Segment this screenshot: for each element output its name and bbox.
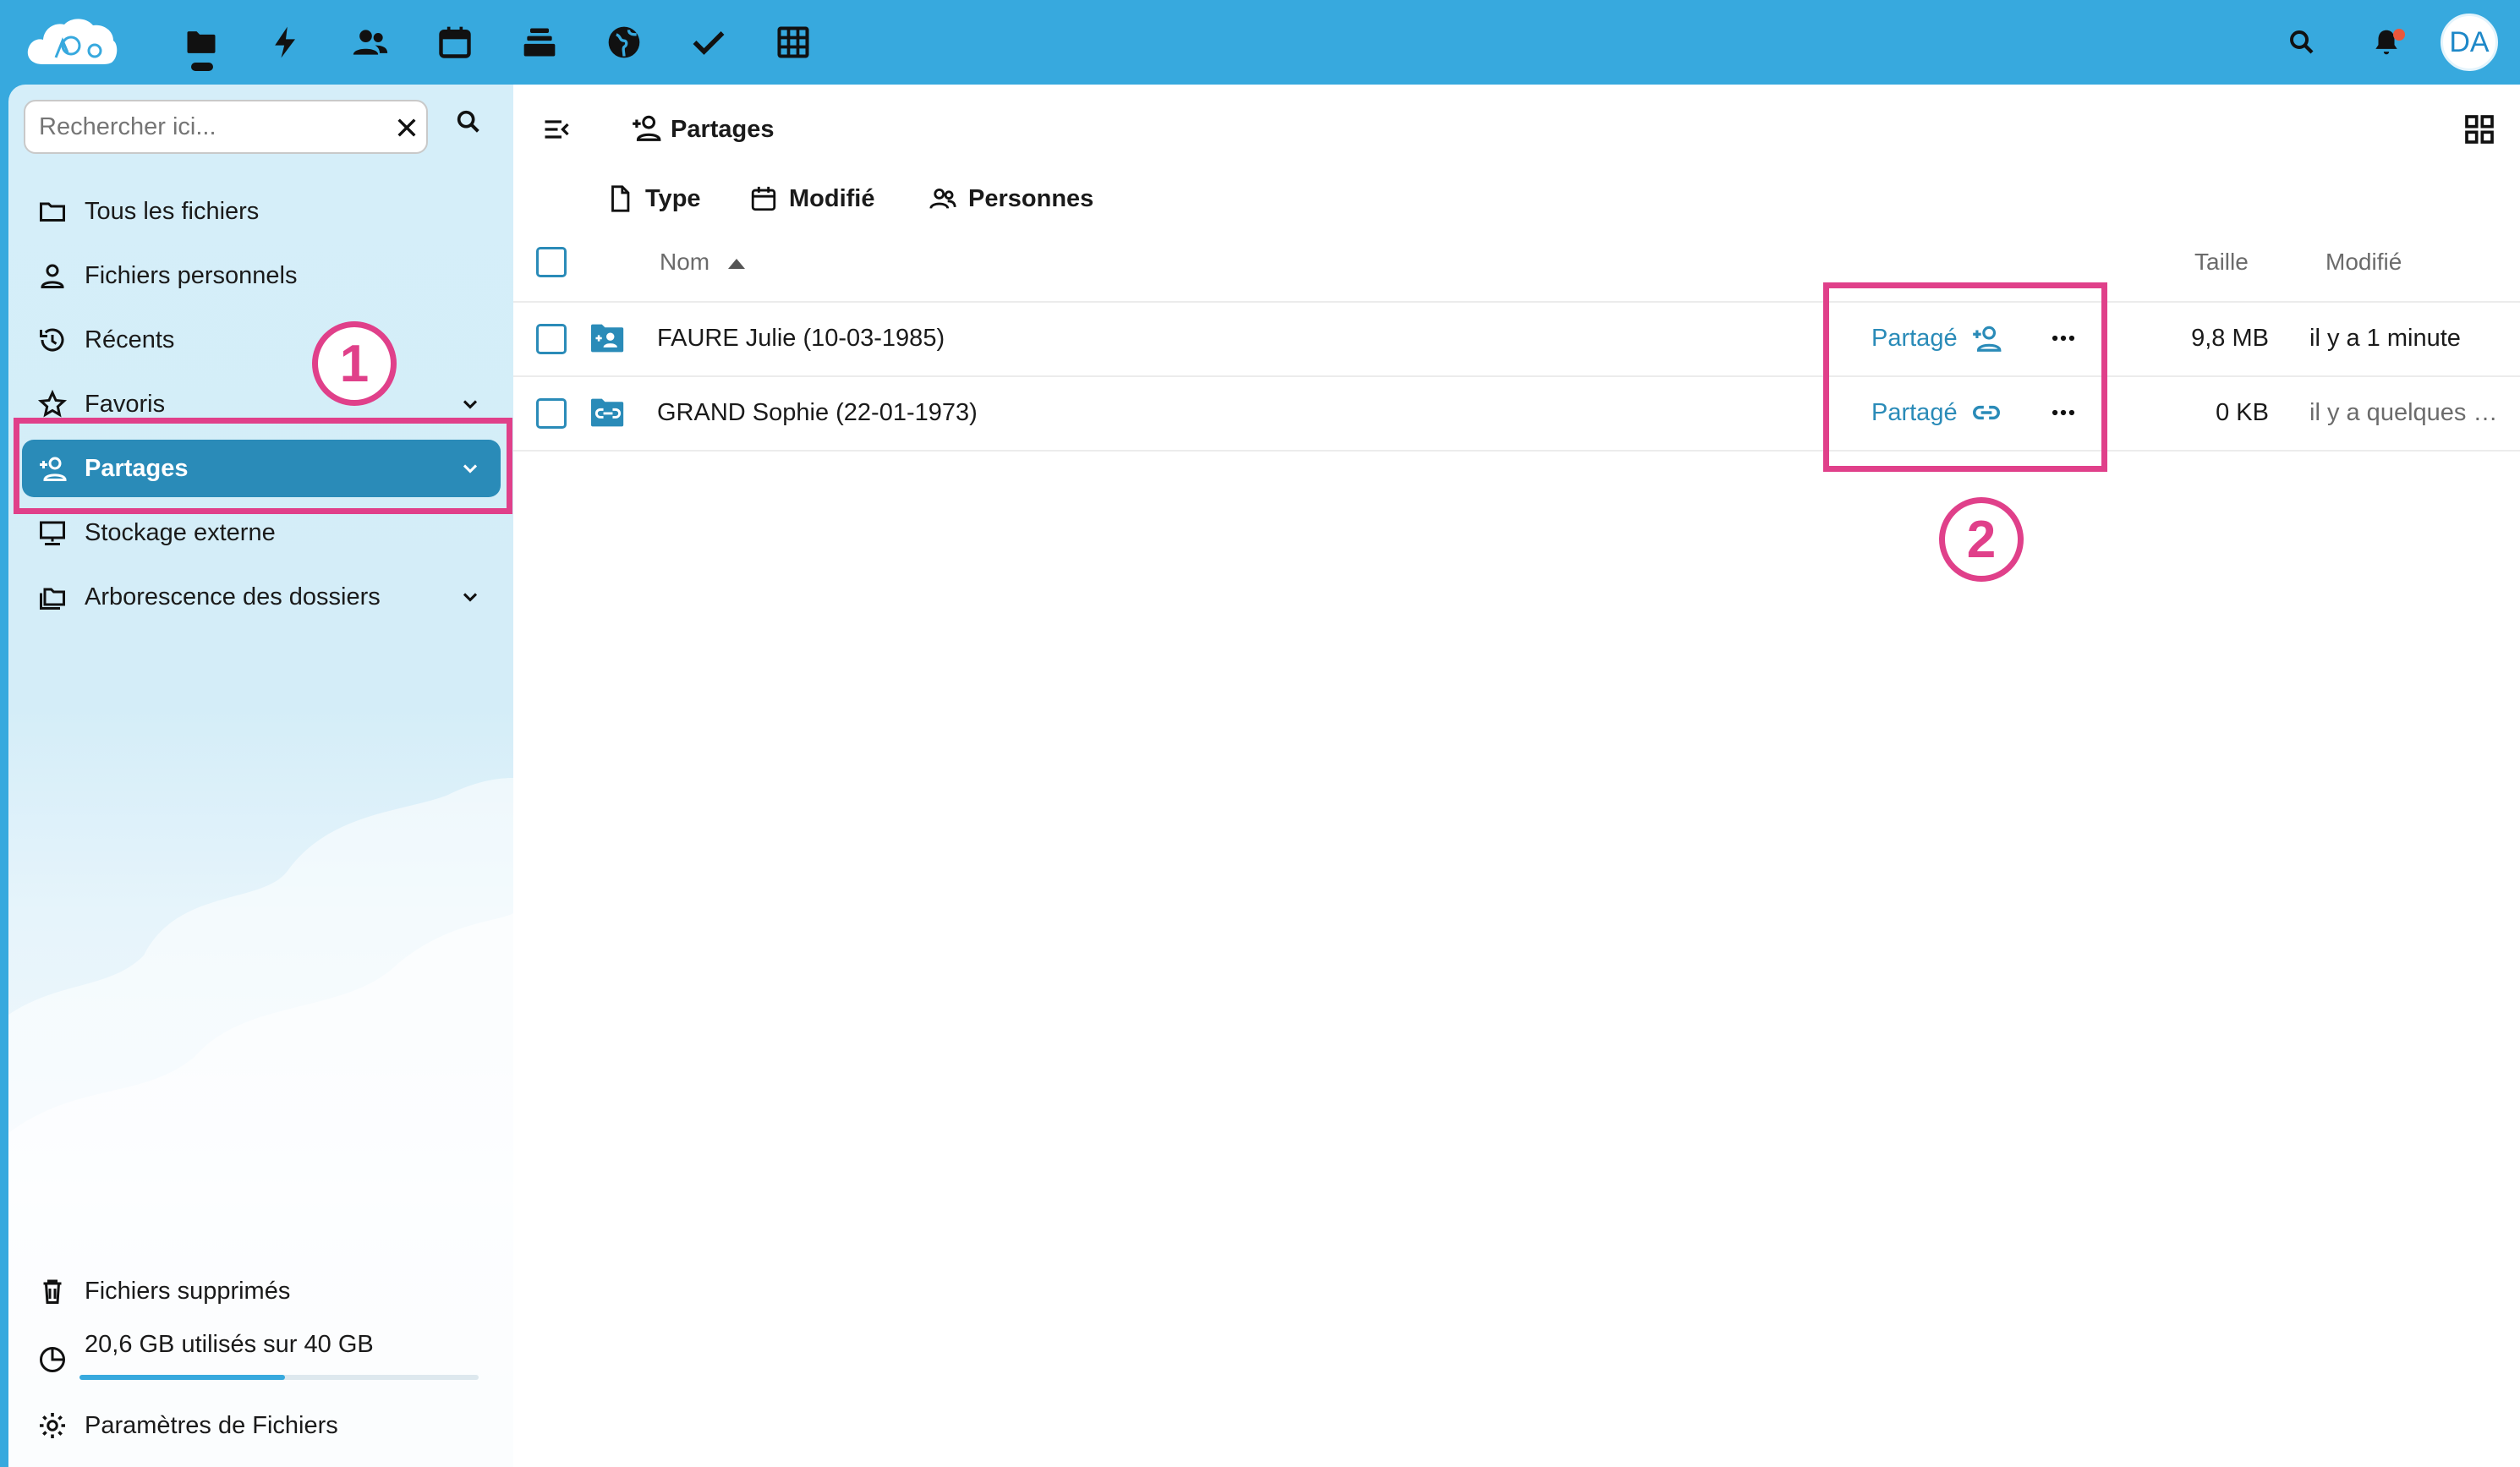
sort-ascending-icon [727,258,745,269]
table-row[interactable]: GRAND Sophie (22-01-1973) Partagé 0 KB i… [513,377,2520,450]
person-icon [36,259,69,293]
trash-icon [36,1274,69,1308]
file-size: 0 KB [2216,399,2269,426]
grid-view-icon[interactable] [2458,108,2501,151]
pie-chart-icon [36,1343,69,1377]
calendar-icon[interactable] [434,21,476,63]
file-name[interactable]: FAURE Julie (10-03-1985) [657,325,945,353]
nav-item-personal-files[interactable]: Fichiers personnels [22,247,501,304]
search-icon[interactable] [450,103,487,140]
deck-icon[interactable] [518,21,561,63]
nav-item-recent[interactable]: Récents [22,311,501,369]
toggle-navigation-icon[interactable] [537,110,576,149]
row-checkbox[interactable] [536,398,567,429]
file-modified: il y a 1 minute [2309,325,2461,352]
filter-people-button[interactable]: Personnes [928,178,1093,220]
notifications-bell-icon[interactable] [2365,21,2408,63]
column-size-header[interactable]: Taille [2194,249,2249,276]
annotation-box-2 [1823,282,2107,472]
files-list-view: Partages Type Modifié Personnes Nom Tail… [513,85,2520,1467]
nav-item-label: Fichiers supprimés [85,1277,291,1305]
breadcrumb-label: Partages [671,115,775,143]
nav-item-label: Arborescence des dossiers [85,583,381,610]
active-app-indicator [191,63,213,71]
nav-item-trashbin[interactable]: Fichiers supprimés [22,1262,501,1320]
files-icon[interactable] [180,21,222,63]
nav-item-all-files[interactable]: Tous les fichiers [22,183,501,240]
nav-item-label: Fichiers personnels [85,261,298,289]
contacts-icon[interactable] [349,21,392,63]
star-icon [36,387,69,421]
quota-label: 20,6 GB utilisés sur 40 GB [85,1331,374,1358]
top-header: DA [0,0,2520,85]
notification-badge [2393,29,2405,41]
quota-progress-bar [79,1375,479,1380]
clear-search-icon[interactable] [391,112,423,144]
nav-item-label: Tous les fichiers [85,197,260,225]
nav-item-files-settings[interactable]: Paramètres de Fichiers [22,1397,501,1454]
filter-label: Type [645,184,701,212]
filter-type-button[interactable]: Type [605,178,701,220]
column-name-label: Nom [660,249,710,275]
filter-label: Personnes [968,184,1094,212]
breadcrumb[interactable]: Partages [630,110,775,149]
people-icon [928,183,958,214]
share-icon [630,112,662,147]
file-icon [605,183,635,214]
row-divider [513,450,2520,452]
row-checkbox[interactable] [536,324,567,354]
activity-icon[interactable] [265,21,307,63]
chevron-down-icon[interactable] [455,582,485,612]
user-avatar[interactable]: DA [2441,14,2498,71]
nav-item-label: Récents [85,326,175,353]
nav-item-label: Favoris [85,390,166,418]
nextcloud-logo[interactable] [24,15,120,69]
annotation-marker-2: 2 [1939,497,2024,582]
gear-icon [36,1409,69,1442]
tasks-icon[interactable] [688,21,730,63]
folder-icon [36,194,69,228]
quota-progress-fill [79,1375,286,1380]
nav-item-label: Stockage externe [85,518,276,546]
shared-folder-icon [589,321,627,355]
files-navigation: Tous les fichiers Fichiers personnels Ré… [8,85,513,1467]
folder-tree-icon [36,580,69,614]
file-size: 9,8 MB [2191,325,2269,352]
table-row[interactable]: FAURE Julie (10-03-1985) Partagé 9,8 MB … [513,303,2520,375]
column-name-header[interactable]: Nom [660,249,745,276]
navigation-search-box [24,100,428,154]
nav-item-label: Paramètres de Fichiers [85,1411,338,1439]
filter-modified-button[interactable]: Modifié [748,178,875,220]
annotation-marker-1: 1 [312,321,397,406]
sites-icon[interactable] [603,21,645,63]
filter-label: Modifié [789,184,875,212]
file-name[interactable]: GRAND Sophie (22-01-1973) [657,399,978,427]
link-folder-icon [589,396,627,430]
chevron-down-icon[interactable] [455,389,485,419]
file-modified: il y a quelques … [2309,399,2498,426]
tables-icon[interactable] [772,21,814,63]
external-storage-icon [36,516,69,550]
select-all-checkbox[interactable] [536,247,567,277]
nav-item-folder-tree[interactable]: Arborescence des dossiers [22,568,501,626]
unified-search-icon[interactable] [2281,21,2323,63]
history-icon [36,323,69,357]
navigation-search-input[interactable] [39,108,360,145]
calendar-icon [748,183,779,214]
column-modified-header[interactable]: Modifié [2326,249,2402,276]
annotation-box-1 [14,418,512,514]
